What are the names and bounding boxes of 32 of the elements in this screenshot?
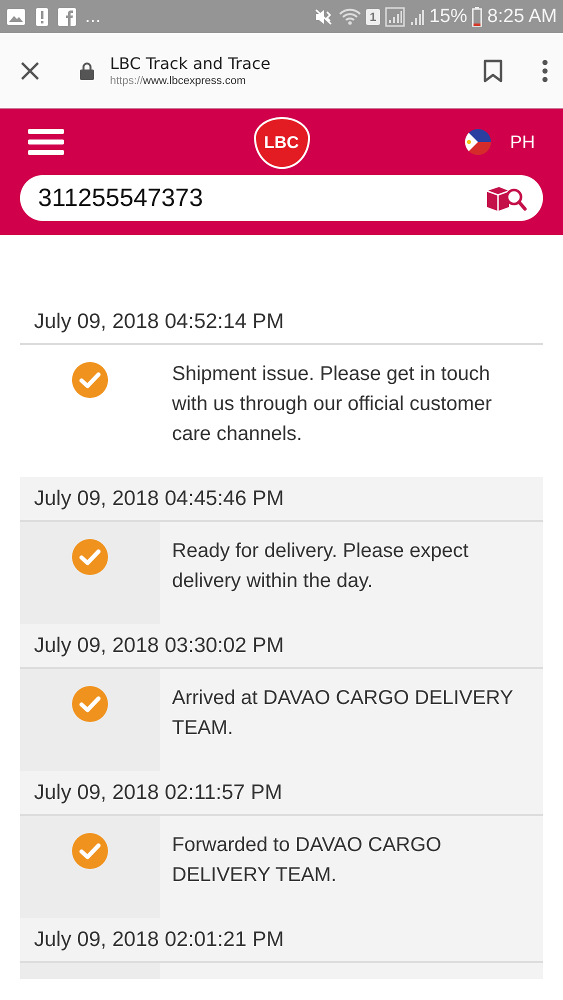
check-icon — [71, 685, 109, 723]
entry-description: Arrived at DAVAO CARGO DELIVERY TEAM. — [171, 686, 514, 741]
alert-icon — [35, 6, 49, 26]
logo[interactable]: LBC — [254, 117, 310, 169]
check-icon — [71, 832, 109, 870]
tracking-number-field[interactable]: 311255547373 — [36, 182, 485, 214]
clock: 8:25 AM — [487, 6, 557, 28]
battery-percentage: 15% — [429, 6, 468, 28]
battery-icon — [472, 6, 482, 26]
signal-icon — [410, 8, 424, 26]
close-button[interactable] — [20, 60, 40, 80]
more-notifications: ... — [85, 6, 101, 28]
entry-description: Ready for delivery. Please expect delivery within the day. — [171, 539, 470, 594]
more-options-button[interactable] — [541, 58, 549, 82]
flag-icon[interactable] — [464, 128, 492, 156]
check-icon — [71, 361, 109, 399]
entry-description: Forwarded to DAVAO CARGO DELIVERY TEAM. — [171, 833, 442, 888]
entry-description: Shipment issue. Please get in touch with us through our official customer care channels. — [171, 362, 493, 447]
bookmark-button[interactable] — [483, 58, 503, 82]
country-code[interactable]: PH — [510, 132, 535, 152]
signal-icon — [385, 6, 406, 26]
facebook-icon — [58, 8, 76, 26]
page-title: LBC Track and Trace — [110, 54, 272, 73]
search-field[interactable]: 311255547373 — [20, 175, 543, 221]
menu-button[interactable] — [28, 128, 64, 156]
image-icon — [6, 8, 26, 26]
lock-icon — [80, 62, 94, 80]
wifi-icon — [338, 8, 361, 26]
check-icon — [71, 538, 109, 576]
url-text[interactable]: https://www.lbcexpress.com — [110, 75, 483, 87]
entry-timestamp: July 09, 2018 04:52:14 PM — [20, 300, 543, 345]
sim-slot-badge: 1 — [366, 8, 380, 24]
